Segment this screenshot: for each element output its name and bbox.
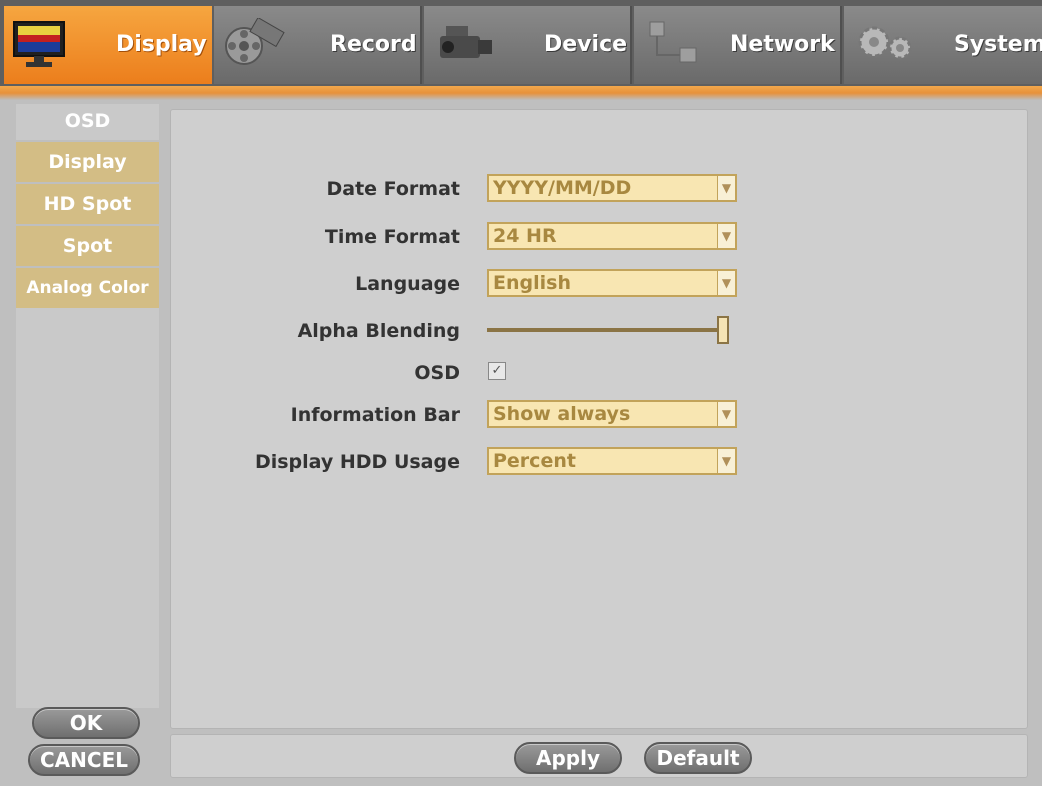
osd-checkbox[interactable]: ✓ xyxy=(488,362,506,380)
chevron-down-icon: ▼ xyxy=(717,224,735,248)
date-format-label: Date Format xyxy=(326,178,460,200)
tab-underline xyxy=(0,86,1042,100)
language-select[interactable]: English ▼ xyxy=(487,269,737,297)
date-format-value: YYYY/MM/DD xyxy=(493,177,632,199)
default-button[interactable]: Default xyxy=(644,742,752,774)
top-tab-bar: Display Record Device Network System xyxy=(0,0,1042,88)
information-bar-select[interactable]: Show always ▼ xyxy=(487,400,737,428)
time-format-label: Time Format xyxy=(324,226,460,248)
display-hdd-usage-select[interactable]: Percent ▼ xyxy=(487,447,737,475)
sidebar-item-hd-spot[interactable]: HD Spot xyxy=(16,184,159,224)
ok-button[interactable]: OK xyxy=(32,707,140,739)
chevron-down-icon: ▼ xyxy=(717,402,735,426)
sidebar-item-spot[interactable]: Spot xyxy=(16,226,159,266)
sidebar-item-display[interactable]: Display xyxy=(16,142,159,182)
display-hdd-usage-value: Percent xyxy=(493,450,576,472)
tab-device[interactable]: Device xyxy=(424,6,632,84)
tab-display-label: Display xyxy=(116,32,207,57)
time-format-select[interactable]: 24 HR ▼ xyxy=(487,222,737,250)
tab-display[interactable]: Display xyxy=(4,6,212,84)
film-reel-icon xyxy=(225,18,285,65)
sidebar-item-analog-color[interactable]: Analog Color xyxy=(16,268,159,308)
osd-label: OSD xyxy=(414,362,460,384)
date-format-select[interactable]: YYYY/MM/DD ▼ xyxy=(487,174,737,202)
chevron-down-icon: ▼ xyxy=(717,271,735,295)
tab-system[interactable]: System xyxy=(844,6,1042,84)
tab-system-label: System xyxy=(954,32,1042,57)
time-format-value: 24 HR xyxy=(493,225,557,247)
apply-button[interactable]: Apply xyxy=(514,742,622,774)
information-bar-value: Show always xyxy=(493,403,631,425)
camcorder-icon xyxy=(440,26,492,58)
tab-network-label: Network xyxy=(730,32,835,57)
monitor-icon xyxy=(13,21,65,67)
sidebar: OSD Display HD Spot Spot Analog Color xyxy=(16,104,159,310)
cancel-button[interactable]: CANCEL xyxy=(28,744,140,776)
sidebar-background xyxy=(16,308,159,708)
language-label: Language xyxy=(355,273,460,295)
language-value: English xyxy=(493,272,571,294)
alpha-blending-slider-track[interactable] xyxy=(487,328,729,332)
information-bar-label: Information Bar xyxy=(290,404,460,426)
display-hdd-usage-label: Display HDD Usage xyxy=(254,451,460,473)
tab-record-label: Record xyxy=(330,32,417,57)
chevron-down-icon: ▼ xyxy=(717,176,735,200)
tab-network[interactable]: Network xyxy=(634,6,842,84)
alpha-blending-slider-handle[interactable] xyxy=(717,316,729,344)
network-icon xyxy=(649,21,697,63)
sidebar-item-osd[interactable]: OSD xyxy=(16,104,159,140)
tab-device-label: Device xyxy=(544,32,628,57)
tab-record[interactable]: Record xyxy=(214,6,422,84)
chevron-down-icon: ▼ xyxy=(717,449,735,473)
gears-icon xyxy=(858,26,912,60)
alpha-blending-label: Alpha Blending xyxy=(297,320,460,342)
